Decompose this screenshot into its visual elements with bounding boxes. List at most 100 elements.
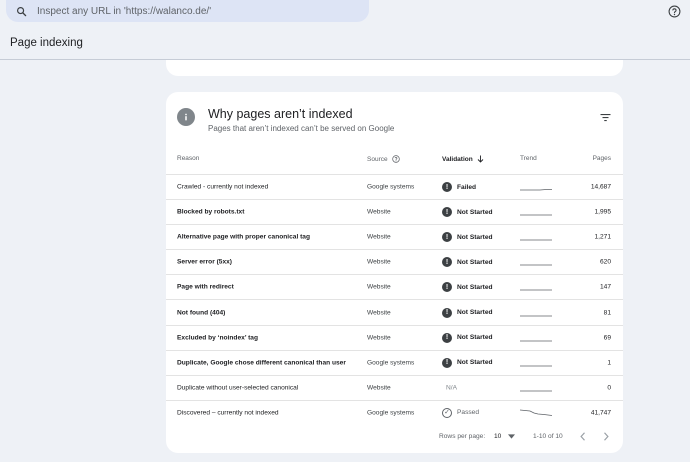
trend-sparkline — [520, 239, 552, 241]
trend-sparkline — [520, 315, 552, 316]
row-validation: ! Failed — [442, 182, 476, 193]
search-icon — [6, 0, 36, 22]
header-validation[interactable]: Validation — [442, 155, 484, 163]
row-reason: Crawled - currently not indexed — [177, 183, 269, 191]
row-pages: 620 — [599, 258, 611, 266]
help-icon[interactable] — [666, 3, 682, 19]
trend-sparkline — [520, 365, 552, 367]
row-validation-label: Not Started — [457, 334, 493, 342]
row-validation: ! Not Started — [442, 332, 493, 343]
row-validation: ✓ Passed — [442, 407, 479, 418]
table-row[interactable]: Duplicate without user-selected canonica… — [166, 374, 623, 400]
row-validation-label: Not Started — [457, 208, 493, 216]
chevron-left-icon[interactable] — [579, 432, 587, 441]
alert-icon: ! — [442, 232, 452, 243]
row-validation: ! Not Started — [442, 357, 493, 368]
card-subtitle: Pages that aren’t indexed can’t be serve… — [208, 124, 395, 133]
pagination: Rows per page: 10 1-10 of 10 — [166, 432, 623, 445]
info-icon — [177, 108, 195, 126]
search-bar[interactable]: Inspect any URL in 'https://walanco.de/' — [6, 0, 369, 22]
pagination-range: 1-10 of 10 — [533, 433, 563, 440]
row-source: Website — [367, 258, 391, 266]
trend-sparkline — [520, 409, 552, 416]
table-row[interactable]: Alternative page with proper canonical t… — [166, 224, 623, 249]
table-row[interactable]: Duplicate, Google chose different canoni… — [166, 349, 623, 375]
row-source: Website — [367, 208, 391, 216]
check-circle-icon: ✓ — [442, 407, 452, 418]
row-source: Website — [367, 334, 391, 342]
row-reason: Not found (404) — [177, 309, 226, 317]
row-reason: Server error (5xx) — [177, 258, 232, 266]
row-source: Google systems — [367, 359, 415, 367]
alert-icon: ! — [442, 182, 452, 193]
row-reason: Excluded by ‘noindex’ tag — [177, 334, 258, 342]
sort-arrow-down-icon — [477, 155, 484, 163]
header-source[interactable]: Source — [367, 155, 400, 163]
row-reason: Duplicate, Google chose different canoni… — [177, 359, 346, 367]
row-reason: Blocked by robots.txt — [177, 208, 245, 216]
row-reason: Duplicate without user-selected canonica… — [177, 384, 299, 392]
header-trend: Trend — [520, 155, 537, 162]
page-title: Page indexing — [10, 37, 83, 49]
table-row[interactable]: Discovered – currently not indexed Googl… — [166, 399, 623, 425]
row-validation-label: Not Started — [457, 258, 493, 266]
table-row[interactable]: Crawled - currently not indexed Google s… — [166, 174, 623, 199]
row-validation: ! Not Started — [442, 257, 493, 268]
alert-icon: ! — [442, 257, 452, 268]
why-not-indexed-card: Why pages aren’t indexed Pages that aren… — [166, 92, 623, 453]
row-pages: 41,747 — [590, 409, 611, 417]
trend-sparkline — [520, 340, 552, 342]
chevron-right-icon[interactable] — [602, 432, 610, 441]
reasons-table: Crawled - currently not indexed Google s… — [166, 174, 623, 425]
trend-sparkline — [520, 189, 552, 191]
row-source: Google systems — [367, 183, 415, 191]
row-source: Website — [367, 233, 391, 241]
header-pages[interactable]: Pages — [593, 155, 611, 162]
row-validation: ! Not Started — [442, 282, 493, 293]
row-pages: 1,271 — [594, 233, 611, 241]
row-reason: Discovered – currently not indexed — [177, 409, 279, 417]
row-reason: Alternative page with proper canonical t… — [177, 233, 311, 241]
row-pages: 1,995 — [594, 208, 611, 216]
chevron-down-icon[interactable] — [508, 434, 515, 439]
row-source: Website — [367, 309, 391, 317]
trend-sparkline — [520, 390, 552, 392]
row-reason: Page with redirect — [177, 283, 234, 291]
row-validation-label: Not Started — [457, 233, 493, 241]
row-pages: 147 — [599, 283, 611, 291]
trend-sparkline — [520, 264, 552, 266]
row-source: Website — [367, 283, 391, 291]
table-row[interactable]: Not found (404) Website ! Not Started 81 — [166, 299, 623, 324]
filter-icon[interactable] — [598, 110, 612, 124]
previous-card — [166, 60, 623, 76]
row-validation-label: Not Started — [457, 309, 493, 317]
table-row[interactable]: Server error (5xx) Website ! Not Started … — [166, 249, 623, 274]
alert-icon: ! — [442, 307, 452, 318]
table-row[interactable]: Page with redirect Website ! Not Started … — [166, 274, 623, 299]
header-source-label: Source — [367, 155, 388, 163]
table-row[interactable]: Excluded by ‘noindex’ tag Website ! Not S… — [166, 324, 623, 350]
row-validation: ! Not Started — [442, 307, 493, 318]
trend-sparkline — [520, 214, 552, 216]
row-source: Google systems — [367, 409, 415, 417]
help-icon[interactable] — [391, 155, 400, 163]
table-row[interactable]: Blocked by robots.txt Website ! Not Start… — [166, 199, 623, 224]
card-title: Why pages aren’t indexed — [208, 107, 353, 121]
search-input[interactable]: Inspect any URL in 'https://walanco.de/' — [37, 6, 211, 17]
row-source: Website — [367, 384, 391, 392]
trend-sparkline — [520, 290, 552, 291]
header-validation-label: Validation — [442, 155, 473, 163]
header-reason[interactable]: Reason — [177, 155, 199, 162]
row-pages: 81 — [603, 309, 611, 317]
row-pages: 1 — [607, 359, 611, 367]
row-validation-label: Not Started — [457, 359, 493, 367]
row-pages: 69 — [603, 334, 611, 342]
alert-icon: ! — [442, 282, 452, 293]
row-validation: N/A — [446, 384, 457, 392]
row-validation: ! Not Started — [442, 232, 493, 243]
alert-icon: ! — [442, 332, 452, 343]
alert-icon: ! — [442, 357, 452, 368]
row-pages: 14,687 — [590, 183, 611, 191]
rows-per-page-select[interactable]: 10 — [494, 433, 501, 440]
row-validation-label: Passed — [457, 409, 479, 417]
